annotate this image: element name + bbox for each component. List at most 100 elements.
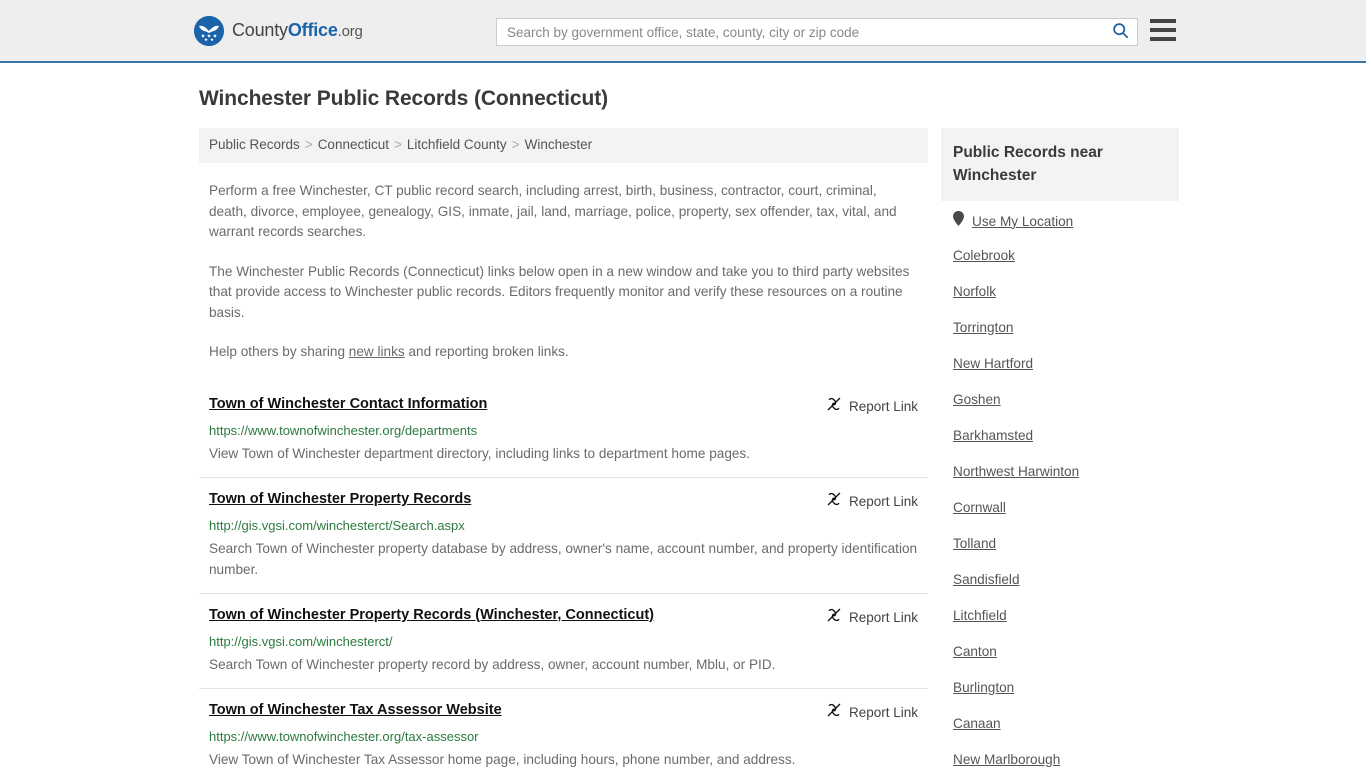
sidebar-item-litchfield[interactable]: Litchfield — [953, 597, 1167, 633]
breadcrumb: Public Records > Connecticut > Litchfield Co… — [199, 128, 928, 164]
sidebar-item-goshen[interactable]: Goshen — [953, 381, 1167, 417]
listing-url[interactable]: https://www.townofwinchester.org/departm… — [209, 422, 918, 439]
intro-section: Perform a free Winchester, CT public rec… — [199, 181, 928, 363]
sidebar-item-burlington[interactable]: Burlington — [953, 669, 1167, 705]
sidebar-item-colebrook[interactable]: Colebrook — [953, 237, 1167, 273]
listing-title-link[interactable]: Town of Winchester Property Records — [209, 490, 826, 509]
breadcrumb-separator: > — [511, 137, 520, 152]
report-link-label: Report Link — [848, 704, 918, 720]
page-body: Winchester Public Records (Connecticut) … — [0, 87, 1366, 768]
intro-help-line: Help others by sharing new links and rep… — [209, 342, 918, 363]
content-columns: Public Records > Connecticut > Litchfield Co… — [199, 128, 1179, 768]
sidebar-heading: Public Records near Winchester — [941, 128, 1179, 201]
sidebar-place-link[interactable]: Barkhamsted — [953, 428, 1033, 443]
listing-header: Town of Winchester Tax Assessor Website — [209, 701, 918, 723]
report-link-button[interactable]: Report Link — [826, 606, 918, 628]
listing-header: Town of Winchester Property Records (Win… — [209, 606, 918, 628]
sidebar-place-link[interactable]: Tolland — [953, 536, 996, 551]
listing-description: View Town of Winchester Tax Assessor hom… — [209, 751, 796, 767]
site-logo-link[interactable]: CountyOffice.org — [194, 15, 363, 46]
help-prefix: Help others by sharing — [209, 344, 349, 360]
listing-item: Town of Winchester Property Records (Win… — [199, 592, 928, 688]
hamburger-bar-2 — [1150, 28, 1176, 32]
sidebar-place-link[interactable]: Norfolk — [953, 284, 996, 299]
report-link-label: Report Link — [848, 398, 918, 414]
listing-url[interactable]: http://gis.vgsi.com/winchesterct/ — [209, 633, 918, 650]
listings-list: Town of Winchester Contact Information R… — [199, 383, 928, 768]
sidebar-place-link[interactable]: Burlington — [953, 680, 1014, 695]
sidebar-item-northwest-harwinton[interactable]: Northwest Harwinton — [953, 453, 1167, 489]
listing-description: View Town of Winchester department direc… — [209, 445, 751, 461]
sidebar-place-link[interactable]: New Marlborough — [953, 752, 1060, 767]
search-button[interactable] — [1103, 19, 1137, 45]
report-link-button[interactable]: Report Link — [826, 701, 918, 723]
listing-description: Search Town of Winchester property recor… — [209, 656, 776, 672]
sidebar: Public Records near Winchester Use My Lo… — [941, 128, 1179, 768]
search-input[interactable] — [497, 19, 1103, 45]
breadcrumb-item-litchfield-county[interactable]: Litchfield County — [407, 137, 507, 152]
breadcrumb-separator: > — [393, 137, 402, 152]
listing-title-link[interactable]: Town of Winchester Contact Information — [209, 395, 826, 414]
sidebar-place-link[interactable]: Canaan — [953, 716, 1001, 731]
listing-item: Town of Winchester Property Records Repo… — [199, 476, 928, 593]
sidebar-place-link[interactable]: Torrington — [953, 320, 1013, 335]
sidebar-item-cornwall[interactable]: Cornwall — [953, 489, 1167, 525]
sidebar-item-canaan[interactable]: Canaan — [953, 705, 1167, 741]
eagle-shield-logo-icon — [194, 15, 224, 46]
sidebar-places-list: Use My Location Colebrook Norfolk Torrin… — [941, 201, 1179, 768]
listing-description: Search Town of Winchester property datab… — [209, 540, 918, 577]
brand-part-org: .org — [337, 23, 363, 40]
breadcrumb-item-winchester: Winchester — [524, 137, 593, 152]
sidebar-item-sandisfield[interactable]: Sandisfield — [953, 561, 1167, 597]
report-link-button[interactable]: Report Link — [826, 490, 918, 512]
sidebar-place-link[interactable]: Litchfield — [953, 608, 1007, 623]
sidebar-item-canton[interactable]: Canton — [953, 633, 1167, 669]
broken-link-icon — [826, 607, 842, 628]
listing-title-link[interactable]: Town of Winchester Property Records (Win… — [209, 606, 826, 625]
listing-header: Town of Winchester Property Records Repo… — [209, 490, 918, 512]
sidebar-place-link[interactable]: Canton — [953, 644, 997, 659]
page-title: Winchester Public Records (Connecticut) — [199, 87, 608, 110]
sidebar-place-link[interactable]: Goshen — [953, 392, 1001, 407]
listing-url[interactable]: https://www.townofwinchester.org/tax-ass… — [209, 728, 918, 745]
hamburger-bar-3 — [1150, 37, 1176, 41]
breadcrumb-item-connecticut[interactable]: Connecticut — [318, 137, 389, 152]
hamburger-menu-button[interactable] — [1150, 19, 1176, 41]
sidebar-place-link[interactable]: Cornwall — [953, 500, 1006, 515]
hamburger-bar-1 — [1150, 19, 1176, 23]
content-container: Winchester Public Records (Connecticut) … — [189, 87, 1179, 768]
brand-part-county: County — [232, 20, 288, 40]
listing-header: Town of Winchester Contact Information R… — [209, 395, 918, 417]
listing-url[interactable]: http://gis.vgsi.com/winchesterct/Search.… — [209, 517, 918, 534]
main-column: Public Records > Connecticut > Litchfield Co… — [199, 128, 928, 768]
sidebar-place-link[interactable]: Colebrook — [953, 248, 1015, 263]
broken-link-icon — [826, 702, 842, 723]
breadcrumb-item-public-records[interactable]: Public Records — [209, 137, 300, 152]
sidebar-place-link[interactable]: Northwest Harwinton — [953, 464, 1079, 479]
new-links-link[interactable]: new links — [349, 344, 405, 359]
listing-title-link[interactable]: Town of Winchester Tax Assessor Website — [209, 701, 826, 720]
listing-item: Town of Winchester Contact Information R… — [199, 383, 928, 477]
intro-paragraph-2: The Winchester Public Records (Connectic… — [209, 263, 910, 320]
search-icon — [1112, 22, 1129, 42]
sidebar-item-new-hartford[interactable]: New Hartford — [953, 345, 1167, 381]
site-brand-text: CountyOffice.org — [232, 20, 363, 41]
breadcrumb-separator: > — [304, 137, 313, 152]
intro-paragraph-1: Perform a free Winchester, CT public rec… — [209, 183, 897, 240]
report-link-button[interactable]: Report Link — [826, 395, 918, 417]
sidebar-item-tolland[interactable]: Tolland — [953, 525, 1167, 561]
sidebar-place-link[interactable]: New Hartford — [953, 356, 1033, 371]
sidebar-item-torrington[interactable]: Torrington — [953, 309, 1167, 345]
sidebar-item-new-marlborough[interactable]: New Marlborough — [953, 741, 1167, 768]
sidebar-place-link[interactable]: Sandisfield — [953, 572, 1020, 587]
sidebar-item-norfolk[interactable]: Norfolk — [953, 273, 1167, 309]
use-my-location-link[interactable]: Use My Location — [972, 214, 1073, 229]
broken-link-icon — [826, 396, 842, 417]
search-bar — [496, 18, 1138, 46]
sidebar-item-barkhamsted[interactable]: Barkhamsted — [953, 417, 1167, 453]
sidebar-item-use-my-location[interactable]: Use My Location — [953, 201, 1167, 237]
map-pin-icon — [953, 211, 964, 231]
broken-link-icon — [826, 491, 842, 512]
report-link-label: Report Link — [848, 609, 918, 625]
listing-item: Town of Winchester Tax Assessor Website — [199, 687, 928, 768]
